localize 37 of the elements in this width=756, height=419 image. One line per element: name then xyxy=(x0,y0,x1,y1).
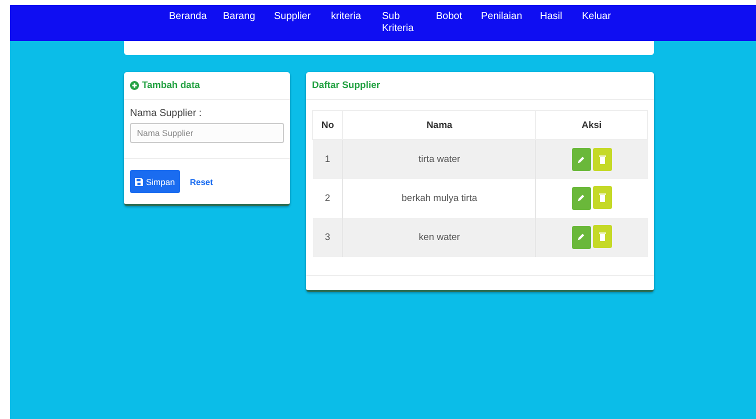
edit-button[interactable] xyxy=(572,186,591,210)
nav-link[interactable]: Beranda xyxy=(169,11,223,23)
table-cell: 2 xyxy=(312,178,343,218)
field-label: Nama Supplier : xyxy=(130,108,203,119)
table-cell: berkah mulya tirta xyxy=(342,178,536,218)
nav-link[interactable]: Keluar xyxy=(582,11,628,23)
nav-link[interactable]: Barang xyxy=(223,11,274,23)
trash-icon xyxy=(598,154,606,164)
nav-link[interactable]: Penilaian xyxy=(481,11,540,23)
nav-link[interactable]: kriteria xyxy=(331,11,382,23)
column-header: Nama xyxy=(342,110,536,140)
delete-button[interactable] xyxy=(592,186,612,210)
edit-button[interactable] xyxy=(572,226,591,249)
pencil-icon xyxy=(577,194,586,202)
nav-link[interactable]: Bobot xyxy=(436,11,481,23)
reset-link[interactable]: Reset xyxy=(190,176,213,186)
table-cell: 1 xyxy=(312,140,343,178)
table-cell: ken water xyxy=(342,218,536,256)
delete-button[interactable] xyxy=(592,148,612,170)
table-cell: 3 xyxy=(312,218,343,256)
nav-link[interactable]: Hasil xyxy=(540,11,582,23)
table-cell: tirta water xyxy=(342,140,536,178)
column-header: Aksi xyxy=(536,110,648,140)
card-title: Tambah data xyxy=(142,80,200,91)
plus-circle-icon xyxy=(130,81,139,90)
delete-button[interactable] xyxy=(592,225,612,248)
column-header: No xyxy=(312,110,343,140)
save-button[interactable]: Simpan xyxy=(130,170,180,193)
supplier-name-field[interactable]: Nama Supplier xyxy=(130,123,284,143)
trash-icon xyxy=(598,193,606,202)
pencil-icon xyxy=(577,156,586,164)
pencil-icon xyxy=(577,233,586,242)
trash-icon xyxy=(598,232,606,242)
card-title: Daftar Supplier xyxy=(312,80,380,91)
nav-link[interactable]: Supplier xyxy=(274,11,331,23)
edit-button[interactable] xyxy=(572,148,591,171)
nav-link[interactable]: Sub Kriteria xyxy=(382,11,436,35)
